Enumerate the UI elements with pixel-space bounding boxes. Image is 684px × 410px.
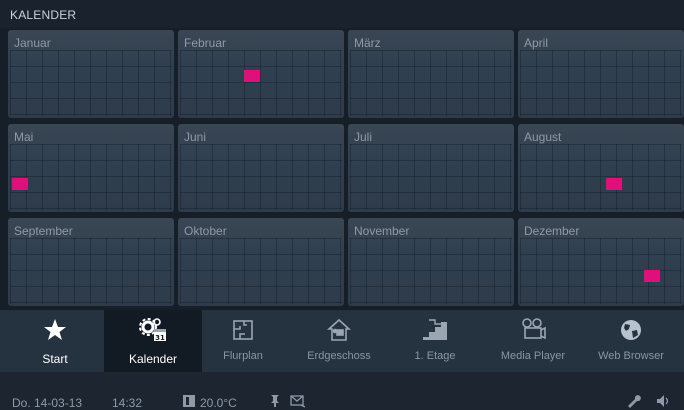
month-cells: [10, 144, 172, 210]
bottom-navigation: Start 31 Kalender Flurplan Erdgeschoss 1…: [0, 310, 684, 372]
month-cells: [180, 144, 342, 210]
star-icon: [6, 317, 104, 343]
month-cells: [350, 144, 512, 210]
month-tile-june[interactable]: Juni: [178, 124, 344, 212]
month-cells: [350, 238, 512, 304]
nav-start[interactable]: Start: [6, 310, 104, 372]
calendar-grid: Januar Februar März April Mai Juni Juli …: [0, 28, 684, 310]
month-tile-november[interactable]: November: [348, 218, 514, 306]
nav-kalender[interactable]: 31 Kalender: [104, 310, 202, 372]
month-cells: [10, 238, 172, 304]
status-temperature: 20.0°C: [200, 396, 237, 410]
nav-label: Start: [42, 352, 68, 366]
nav-label: Web Browser: [598, 350, 664, 362]
event-marker[interactable]: [644, 270, 660, 282]
month-tile-april[interactable]: April: [518, 30, 684, 118]
stairs-icon: [386, 317, 484, 343]
globe-icon: [582, 317, 680, 343]
month-tile-january[interactable]: Januar: [8, 30, 174, 118]
nav-flurplan[interactable]: Flurplan: [194, 310, 292, 372]
svg-text:31: 31: [155, 334, 165, 342]
page-title: KALENDER: [10, 8, 77, 22]
nav-label: Kalender: [128, 352, 178, 366]
month-cells: [180, 238, 342, 304]
month-label: August: [524, 130, 562, 144]
status-bar: Do. 14-03-13 14:32 20.0°C: [0, 372, 684, 410]
status-date: Do. 14-03-13: [12, 396, 83, 410]
nav-web-browser[interactable]: Web Browser: [582, 310, 680, 372]
month-cells: [520, 50, 682, 116]
pin-icon[interactable]: [270, 394, 280, 410]
month-tile-september[interactable]: September: [8, 218, 174, 306]
floorplan-icon: [194, 317, 292, 343]
nav-label: Media Player: [500, 350, 566, 362]
month-label: November: [354, 224, 410, 238]
month-tile-october[interactable]: Oktober: [178, 218, 344, 306]
month-label: Januar: [14, 36, 51, 50]
house-icon: [290, 317, 388, 343]
month-label: Mai: [14, 130, 34, 144]
month-label: Februar: [184, 36, 227, 50]
nav-1-etage[interactable]: 1. Etage: [386, 310, 484, 372]
event-marker[interactable]: [12, 178, 28, 190]
nav-label: Erdgeschoss: [307, 350, 371, 362]
month-label: Dezember: [524, 224, 580, 238]
speaker-icon[interactable]: [656, 394, 672, 410]
film-icon: [484, 317, 582, 343]
event-marker[interactable]: [606, 178, 622, 190]
header-bar: KALENDER: [0, 0, 684, 28]
month-label: Juni: [184, 130, 207, 144]
month-cells: [520, 144, 682, 210]
month-cells: [10, 50, 172, 116]
thermometer-icon: [182, 394, 196, 410]
month-cells: [180, 50, 342, 116]
month-label: Juli: [354, 130, 373, 144]
month-tile-march[interactable]: März: [348, 30, 514, 118]
message-icon[interactable]: [290, 394, 306, 410]
status-time: 14:32: [112, 396, 143, 410]
month-tile-may[interactable]: Mai: [8, 124, 174, 212]
wrench-icon[interactable]: [626, 394, 642, 410]
nav-erdgeschoss[interactable]: Erdgeschoss: [290, 310, 388, 372]
month-label: April: [524, 36, 549, 50]
month-tile-july[interactable]: Juli: [348, 124, 514, 212]
month-cells: [350, 50, 512, 116]
month-label: März: [354, 36, 381, 50]
month-tile-december[interactable]: Dezember: [518, 218, 684, 306]
month-tile-august[interactable]: August: [518, 124, 684, 212]
month-label: September: [14, 224, 73, 238]
nav-label: Flurplan: [223, 350, 263, 362]
gear-calendar-icon: 31: [104, 317, 202, 343]
nav-media-player[interactable]: Media Player: [484, 310, 582, 372]
nav-label: 1. Etage: [414, 350, 456, 362]
event-marker[interactable]: [244, 70, 260, 82]
month-label: Oktober: [184, 224, 227, 238]
month-tile-february[interactable]: Februar: [178, 30, 344, 118]
